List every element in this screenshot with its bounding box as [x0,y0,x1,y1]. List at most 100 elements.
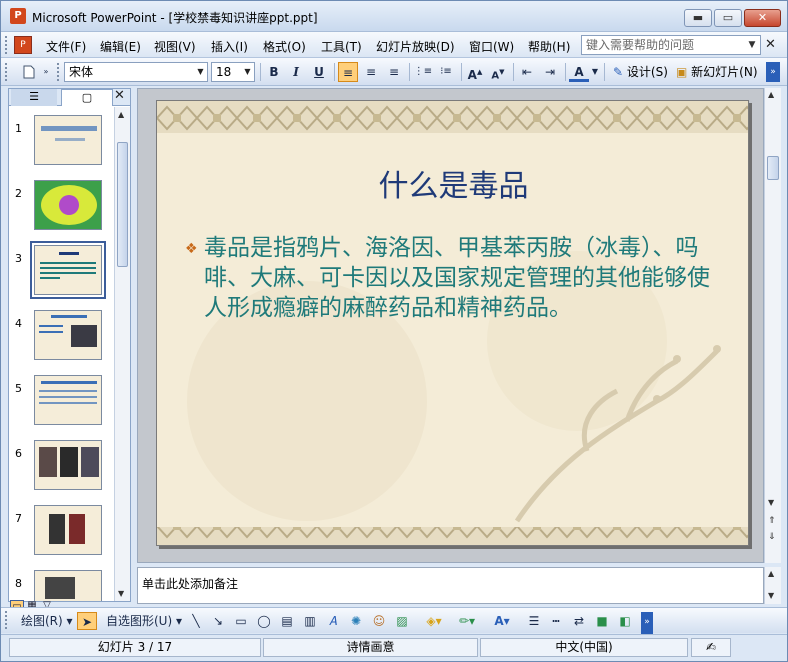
previous-slide-icon[interactable]: ⇑ [768,516,776,526]
document-icon[interactable]: P [14,36,32,54]
slide-thumbnail-1[interactable] [34,115,102,165]
chevron-down-icon[interactable]: ▼ [745,36,759,54]
chevron-down-icon[interactable]: ▼ [241,63,254,81]
toolbar-grip[interactable] [5,611,9,629]
slide-thumbnail-7[interactable] [34,505,102,555]
shadow-style-icon[interactable]: ■ [593,612,611,630]
slide-body-text[interactable]: 毒品是指鸦片、海洛因、甲基苯丙胺（冰毒）、吗啡、大麻、可卡因以及国家规定管理的其… [204,233,714,323]
scroll-down-icon[interactable]: ▼ [768,498,774,507]
toolbar-options-icon[interactable]: » [641,612,653,634]
chevron-down-icon[interactable]: ▼ [194,63,207,81]
clipart-icon[interactable]: ☺ [370,612,388,630]
help-search-input[interactable]: 键入需要帮助的问题 [581,35,761,55]
menu-grip[interactable] [5,36,9,54]
powerpoint-icon[interactable]: P [10,8,26,24]
document-close-icon[interactable]: ✕ [765,37,776,52]
slide-canvas[interactable]: 什么是毒品 ❖ 毒品是指鸦片、海洛因、甲基苯丙胺（冰毒）、吗啡、大麻、可卡因以及… [156,100,749,546]
slide-thumbnail-5[interactable] [34,375,102,425]
menu-file[interactable]: 文件(F) [46,38,86,55]
bulleted-list-icon[interactable]: ⁝≡ [436,62,456,82]
autoshapes-label: 自选图形(U) [106,614,173,628]
next-slide-icon[interactable]: ⇓ [768,532,776,542]
notes-pane[interactable]: 单击此处添加备注 [137,567,764,604]
new-document-icon[interactable] [19,62,39,82]
slide-title[interactable]: 什么是毒品 [157,161,748,205]
dash-style-icon[interactable]: ┅ [547,612,565,630]
menu-tools[interactable]: 工具(T) [321,38,362,55]
picture-icon[interactable]: ▨ [393,612,411,630]
menu-window[interactable]: 窗口(W) [469,38,514,55]
slide-vertical-scrollbar[interactable]: ▲ ▼ ⇑ ⇓ [764,88,781,563]
numbered-list-icon[interactable]: ⋮≡ [413,62,433,82]
toolbar-grip[interactable] [57,63,61,81]
draw-font-color-icon[interactable]: A▾ [491,612,513,630]
menu-slideshow[interactable]: 幻灯片放映(D) [376,38,455,55]
slide-thumbnail-2[interactable] [34,180,102,230]
bold-button[interactable]: B [264,62,284,82]
toolbar-options-icon[interactable]: » [41,62,51,82]
increase-font-icon[interactable]: A▲ [465,62,485,82]
panel-tabs: ☰ ▢ ✕ [9,88,130,106]
menu-insert[interactable]: 插入(I) [211,38,248,55]
diagram-icon[interactable]: ✺ [347,612,365,630]
slide-number: 2 [15,187,22,200]
arrow-icon[interactable]: ↘ [209,612,227,630]
slide-thumbnail-6[interactable] [34,440,102,490]
italic-button[interactable]: I [286,62,306,82]
wordart-icon[interactable]: 𝐴 [324,612,342,630]
slide-thumbnail-4[interactable] [34,310,102,360]
align-center-icon[interactable]: ≡ [361,62,381,82]
3d-style-icon[interactable]: ◧ [616,612,634,630]
scroll-up-icon[interactable]: ▲ [768,569,774,578]
arrow-style-icon[interactable]: ⇄ [570,612,588,630]
close-button[interactable]: ✕ [744,9,781,27]
panel-close-icon[interactable]: ✕ [114,88,125,103]
increase-indent-icon[interactable]: ⇥ [540,62,560,82]
maximize-button[interactable]: ▭ [714,9,742,27]
minimize-button[interactable]: ▬ [684,9,712,27]
chevron-down-icon[interactable]: ▼ [590,62,600,82]
autoshapes-menu-button[interactable]: 自选图形(U) ▾ [106,612,182,630]
thumbnails-scrollbar[interactable]: ▲ ▼ [114,107,130,601]
line-style-icon[interactable]: ☰ [525,612,543,630]
slide-thumbnail-8[interactable] [34,570,102,601]
slide-thumbnail-3[interactable] [30,241,106,299]
scroll-down-icon[interactable]: ▼ [118,589,124,598]
slide-thumbnails: 1 2 3 4 5 6 7 8 [9,107,114,601]
font-color-icon[interactable]: A [569,62,589,82]
underline-button[interactable]: U [309,62,329,82]
font-name-select[interactable]: 宋体 ▼ [64,62,208,82]
textbox-icon[interactable]: ▤ [278,612,296,630]
decrease-indent-icon[interactable]: ⇤ [517,62,537,82]
oval-icon[interactable]: ◯ [255,612,273,630]
tab-outline[interactable]: ☰ [11,89,57,106]
scroll-up-icon[interactable]: ▲ [118,110,124,119]
menu-view[interactable]: 视图(V) [154,38,196,55]
align-left-icon[interactable]: ≡ [338,62,358,82]
spelling-check-icon[interactable]: ✍ [691,638,731,657]
design-button[interactable]: ✎ 设计(S) [613,62,668,82]
toolbar-options-icon[interactable]: » [766,62,780,82]
scrollbar-thumb[interactable] [117,142,128,267]
menu-format[interactable]: 格式(O) [263,38,306,55]
select-pointer-icon[interactable]: ➤ [77,612,97,630]
scroll-down-icon[interactable]: ▼ [768,591,774,600]
menu-edit[interactable]: 编辑(E) [100,38,141,55]
new-slide-button[interactable]: ▣ 新幻灯片(N) [676,62,758,82]
scrollbar-thumb[interactable] [767,156,779,180]
scroll-up-icon[interactable]: ▲ [768,90,774,99]
tab-slides[interactable]: ▢ [61,89,113,106]
vertical-textbox-icon[interactable]: ▥ [301,612,319,630]
font-size-select[interactable]: 18 ▼ [211,62,255,82]
toolbar-grip[interactable] [5,63,9,81]
notes-scrollbar[interactable]: ▲ ▼ [764,567,781,604]
menu-help[interactable]: 帮助(H) [528,38,570,55]
new-slide-icon: ▣ [676,65,688,79]
line-color-icon[interactable]: ✏▾ [456,612,478,630]
fill-color-icon[interactable]: ◈▾ [423,612,445,630]
decrease-font-icon[interactable]: A▼ [488,62,508,82]
align-right-icon[interactable]: ≡ [384,62,404,82]
line-icon[interactable]: ╲ [187,612,205,630]
draw-menu-button[interactable]: 绘图(R) ▾ [21,612,73,630]
rectangle-icon[interactable]: ▭ [232,612,250,630]
